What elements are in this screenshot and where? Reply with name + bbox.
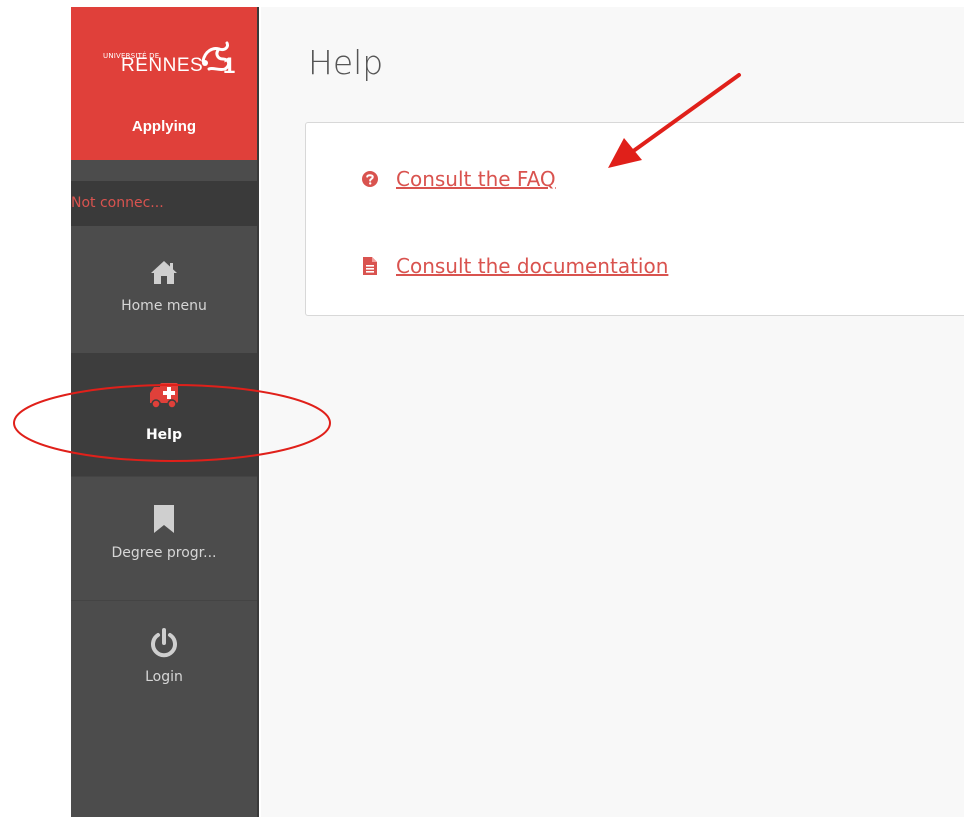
- bookmark-icon: [154, 505, 174, 533]
- sidebar-item-label: Degree progr...: [111, 545, 217, 561]
- consult-documentation-label: Consult the documentation: [396, 254, 669, 278]
- page-title: Help: [308, 43, 384, 82]
- logo-big-text: RENNES: [121, 55, 204, 76]
- app-window: UNIVERSITÉ DE RENNES 1 Applying Not conn…: [0, 0, 964, 828]
- power-icon: [151, 628, 177, 658]
- sidebar-item-label: Help: [145, 427, 183, 443]
- main-content: Help Consult the FAQ Consult the documen…: [261, 7, 964, 817]
- sidebar-item-degree-programs[interactable]: Degree progr...: [71, 477, 257, 601]
- question-circle-icon: [362, 171, 378, 187]
- home-icon: [151, 261, 177, 284]
- consult-faq-link[interactable]: Consult the FAQ: [360, 167, 556, 191]
- university-logo[interactable]: UNIVERSITÉ DE RENNES 1: [103, 41, 235, 91]
- consult-faq-label: Consult the FAQ: [396, 167, 556, 191]
- help-panel: Consult the FAQ Consult the documentatio…: [305, 122, 964, 316]
- app-name: Applying: [131, 118, 197, 135]
- brand-header: UNIVERSITÉ DE RENNES 1 Applying: [71, 7, 257, 160]
- ambulance-icon: [150, 383, 178, 409]
- logo-mark-icon: [201, 41, 231, 71]
- sidebar: UNIVERSITÉ DE RENNES 1 Applying Not conn…: [71, 7, 259, 817]
- sidebar-item-label: Home menu: [121, 298, 207, 314]
- document-icon: [363, 257, 377, 275]
- sidebar-item-label: Login: [145, 669, 183, 685]
- sidebar-item-help[interactable]: Help: [71, 353, 257, 477]
- connection-status: Not connec...: [71, 181, 257, 226]
- consult-documentation-link[interactable]: Consult the documentation: [360, 254, 668, 278]
- sidebar-item-login[interactable]: Login: [71, 601, 257, 725]
- sidebar-item-home-menu[interactable]: Home menu: [71, 230, 257, 354]
